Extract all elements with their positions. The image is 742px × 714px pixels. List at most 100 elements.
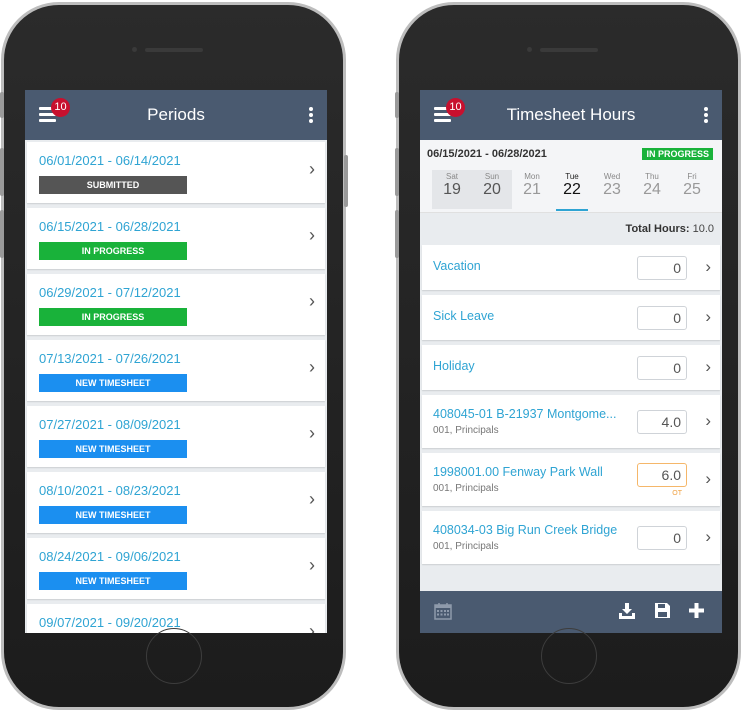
- front-camera: [527, 47, 532, 52]
- left-phone-body: 10 Periods 06/01/2021 - 06/14/2021 SUBMIT…: [4, 5, 343, 707]
- hours-input[interactable]: 4.0: [637, 409, 687, 434]
- entry-name: 1998001.00 Fenway Park Wall: [433, 465, 603, 479]
- total-hours-value: 10.0: [692, 223, 714, 235]
- period-card[interactable]: 08/24/2021 - 09/06/2021 NEW TIMESHEET ›: [27, 538, 325, 599]
- status-badge: IN PROGRESS: [39, 308, 187, 326]
- day-date: 24: [643, 181, 661, 198]
- timesheet-app-bar: 10 Timesheet Hours: [420, 90, 722, 140]
- calendar-icon[interactable]: [434, 602, 452, 620]
- day-date: 25: [683, 181, 701, 198]
- status-badge: NEW TIMESHEET: [39, 506, 187, 524]
- plus-icon[interactable]: [688, 602, 705, 619]
- period-range: 09/07/2021 - 09/20/2021: [39, 615, 181, 630]
- day-date: 19: [443, 181, 461, 198]
- entry-name: 408034-03 Big Run Creek Bridge: [433, 523, 618, 537]
- volume-button: [0, 210, 4, 258]
- chevron-right-icon[interactable]: ›: [705, 469, 711, 489]
- day-fri[interactable]: Fri 25: [672, 170, 712, 209]
- hours-entry-row[interactable]: 408034-03 Big Run Creek Bridge 001, Princ…: [422, 511, 720, 564]
- period-card[interactable]: 06/15/2021 - 06/28/2021 IN PROGRESS ›: [27, 208, 325, 269]
- status-badge: NEW TIMESHEET: [39, 572, 187, 590]
- home-button[interactable]: [145, 628, 202, 684]
- day-name: Thu: [645, 172, 659, 181]
- day-date: 21: [523, 181, 541, 198]
- entry-name: Holiday: [433, 359, 475, 373]
- hours-input[interactable]: 0: [637, 255, 687, 280]
- chevron-right-icon[interactable]: ›: [309, 423, 315, 444]
- period-card[interactable]: 06/29/2021 - 07/12/2021 IN PROGRESS ›: [27, 274, 325, 335]
- day-wed[interactable]: Wed 23: [592, 170, 632, 209]
- hours-entry-row[interactable]: 1998001.00 Fenway Park Wall 001, Principa…: [422, 453, 720, 506]
- hours-entry-row[interactable]: Vacation 0 ›: [422, 245, 720, 290]
- save-icon[interactable]: [654, 602, 671, 619]
- period-header: 06/15/2021 - 06/28/2021 IN PROGRESS Sat 1…: [420, 140, 722, 213]
- periods-app-bar: 10 Periods: [25, 90, 327, 140]
- entry-name: Sick Leave: [433, 309, 495, 323]
- chevron-right-icon[interactable]: ›: [309, 621, 315, 633]
- status-badge: IN PROGRESS: [642, 148, 713, 160]
- volume-button: [0, 92, 4, 118]
- volume-button: [0, 148, 4, 196]
- day-selector: Sat 19 Sun 20 Mon 21 Tue 22 Wed 23 Thu 24 Fri 25: [432, 170, 722, 211]
- day-sat[interactable]: Sat 19: [432, 170, 472, 209]
- period-range: 07/27/2021 - 08/09/2021: [39, 417, 181, 432]
- day-mon[interactable]: Mon 21: [512, 170, 552, 209]
- entry-subtitle: 001, Principals: [433, 483, 499, 494]
- hours-input[interactable]: 0: [637, 305, 687, 330]
- day-name: Wed: [603, 172, 621, 181]
- period-list: 06/01/2021 - 06/14/2021 SUBMITTED › 06/15/2…: [25, 140, 327, 633]
- home-button[interactable]: [540, 628, 597, 684]
- timesheet-screen: 10 Timesheet Hours 06/15/2021 - 06/28/20…: [420, 90, 722, 633]
- entry-subtitle: 001, Principals: [433, 425, 499, 436]
- chevron-right-icon[interactable]: ›: [705, 411, 711, 431]
- period-range: 06/15/2021 - 06/28/2021: [39, 219, 181, 234]
- volume-button: [395, 210, 399, 258]
- hours-entry-row[interactable]: Sick Leave 0 ›: [422, 295, 720, 340]
- more-options-icon[interactable]: [309, 107, 313, 125]
- hours-entry-row[interactable]: 408045-01 B-21937 Montgome... 001, Princi…: [422, 395, 720, 448]
- period-card[interactable]: 08/10/2021 - 08/23/2021 NEW TIMESHEET ›: [27, 472, 325, 533]
- hours-entry-list: Vacation 0 › Sick Leave 0 › Holiday 0 › 408045-01…: [420, 245, 722, 564]
- chevron-right-icon[interactable]: ›: [705, 527, 711, 547]
- status-badge: IN PROGRESS: [39, 242, 187, 260]
- period-range: 06/15/2021 - 06/28/2021: [427, 148, 547, 160]
- volume-button: [395, 92, 399, 118]
- period-card[interactable]: 07/13/2021 - 07/26/2021 NEW TIMESHEET ›: [27, 340, 325, 401]
- bottom-toolbar: [420, 591, 722, 633]
- chevron-right-icon[interactable]: ›: [705, 307, 711, 327]
- period-range: 07/13/2021 - 07/26/2021: [39, 351, 181, 366]
- day-thu[interactable]: Thu 24: [632, 170, 672, 209]
- day-tue[interactable]: Tue 22: [552, 170, 592, 211]
- status-badge: SUBMITTED: [39, 176, 187, 194]
- chevron-right-icon[interactable]: ›: [309, 291, 315, 312]
- earpiece-speaker: [144, 48, 203, 52]
- hours-input[interactable]: 0: [637, 525, 687, 550]
- day-date: 23: [603, 181, 621, 198]
- status-badge: NEW TIMESHEET: [39, 374, 187, 392]
- more-options-icon[interactable]: [704, 107, 708, 125]
- hours-input[interactable]: 6.0: [637, 463, 687, 487]
- status-badge: NEW TIMESHEET: [39, 440, 187, 458]
- entry-subtitle: 001, Principals: [433, 541, 499, 552]
- earpiece-speaker: [539, 48, 598, 52]
- hours-entry-row[interactable]: Holiday 0 ›: [422, 345, 720, 390]
- day-sun[interactable]: Sun 20: [472, 170, 512, 209]
- chevron-right-icon[interactable]: ›: [309, 489, 315, 510]
- period-card[interactable]: 06/01/2021 - 06/14/2021 SUBMITTED ›: [27, 142, 325, 203]
- period-card[interactable]: 07/27/2021 - 08/09/2021 NEW TIMESHEET ›: [27, 406, 325, 467]
- chevron-right-icon[interactable]: ›: [309, 555, 315, 576]
- right-phone-body: 10 Timesheet Hours 06/15/2021 - 06/28/20…: [399, 5, 738, 707]
- chevron-right-icon[interactable]: ›: [309, 357, 315, 378]
- day-name: Tue: [565, 172, 579, 181]
- chevron-right-icon[interactable]: ›: [705, 257, 711, 277]
- period-range: 08/24/2021 - 09/06/2021: [39, 549, 181, 564]
- download-icon[interactable]: [618, 602, 636, 620]
- hours-input[interactable]: 0: [637, 355, 687, 380]
- chevron-right-icon[interactable]: ›: [309, 159, 315, 180]
- chevron-right-icon[interactable]: ›: [705, 357, 711, 377]
- power-button: [344, 155, 348, 207]
- day-name: Sat: [445, 172, 458, 181]
- page-title: Periods: [147, 105, 205, 124]
- total-hours-label: Total Hours:: [625, 223, 690, 235]
- chevron-right-icon[interactable]: ›: [309, 225, 315, 246]
